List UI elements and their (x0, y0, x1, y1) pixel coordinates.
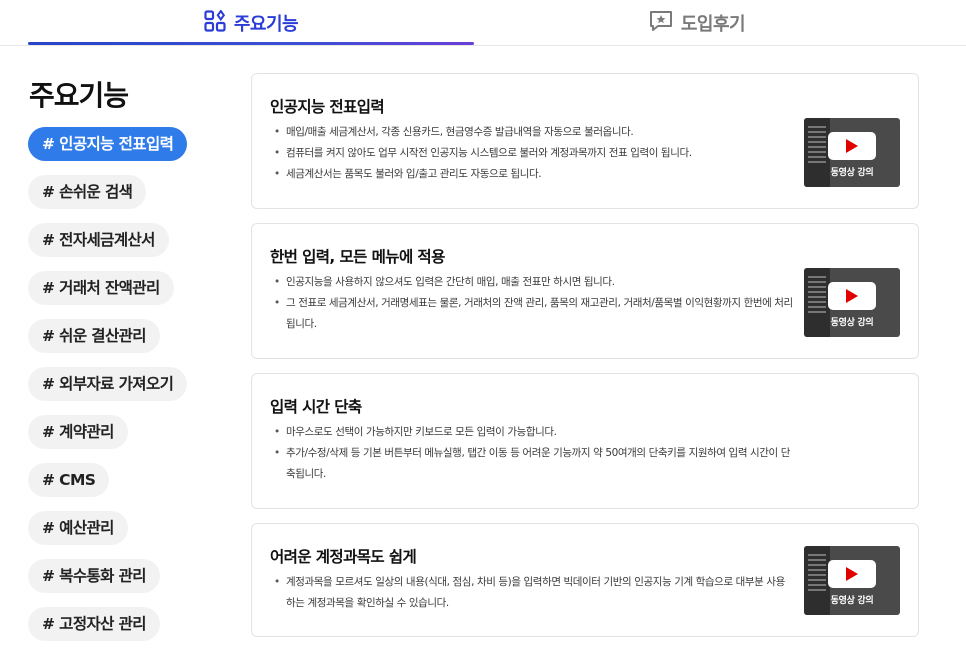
card-bullet-list: 계정과목을 모르셔도 일상의 내용(식대, 점심, 차비 등)을 입력하면 빅데… (274, 572, 794, 614)
features-grid-icon (204, 9, 226, 36)
chip-import-external-data[interactable]: # 외부자료 가져오기 (28, 367, 188, 401)
card-title: 어려운 계정과목도 쉽게 (270, 548, 417, 566)
tab-features-label: 주요기능 (233, 14, 299, 35)
play-icon (828, 132, 876, 160)
card-bullet: 컴퓨터를 켜지 않아도 업무 시작전 인공지능 시스템으로 불러와 계정과목까지… (274, 143, 794, 164)
chip-e-tax-invoice[interactable]: # 전자세금계산서 (28, 223, 169, 257)
chip-easy-closing[interactable]: # 쉬운 결산관리 (28, 319, 160, 353)
chip-cms[interactable]: # CMS (28, 463, 110, 497)
card-bullet: 계정과목을 모르셔도 일상의 내용(식대, 점심, 차비 등)을 입력하면 빅데… (274, 572, 794, 614)
chip-multi-currency[interactable]: # 복수통화 관리 (28, 559, 160, 593)
active-tab-indicator (28, 42, 474, 45)
card-bullet-list: 매입/매출 세금계산서, 각종 신용카드, 현금영수증 발급내역을 자동으로 불… (274, 122, 794, 185)
video-lecture-thumbnail[interactable]: 동영상 강의 (804, 118, 900, 187)
card-title: 한번 입력, 모든 메뉴에 적용 (270, 248, 445, 266)
chip-fixed-assets[interactable]: # 고정자산 관리 (28, 607, 160, 641)
card-bullet: 마우스로도 선택이 가능하지만 키보드로 모든 입력이 가능합니다. (274, 422, 794, 443)
play-icon (828, 560, 876, 588)
card-bullet-list: 인공지능을 사용하지 않으셔도 입력은 간단히 매입, 매출 전표만 하시면 됩… (274, 272, 794, 335)
tab-reviews-label: 도입후기 (680, 14, 746, 35)
card-title: 입력 시간 단축 (270, 398, 362, 416)
video-lecture-thumbnail[interactable]: 동영상 강의 (804, 268, 900, 337)
card-bullet: 인공지능을 사용하지 않으셔도 입력은 간단히 매입, 매출 전표만 하시면 됩… (274, 272, 794, 293)
top-tabs: 주요기능 도입후기 (0, 0, 966, 46)
video-lecture-label: 동영상 강의 (830, 596, 874, 606)
feature-chip-list: # 인공지능 전표입력 # 손쉬운 검색 # 전자세금계산서 # 거래처 잔액관… (28, 127, 228, 653)
tab-features[interactable]: 주요기능 (28, 0, 474, 46)
chip-easy-search[interactable]: # 손쉬운 검색 (28, 175, 147, 209)
chip-ai-voucher-entry[interactable]: # 인공지능 전표입력 (28, 127, 188, 161)
card-bullet: 매입/매출 세금계산서, 각종 신용카드, 현금영수증 발급내역을 자동으로 불… (274, 122, 794, 143)
chip-account-balance[interactable]: # 거래처 잔액관리 (28, 271, 174, 305)
card-bullet: 추가/수정/삭제 등 기본 버튼부터 메뉴실행, 탭간 이동 등 어려운 기능까… (274, 443, 794, 485)
card-bullet: 세금계산서는 품목도 불러와 입/출고 관리도 자동으로 됩니다. (274, 164, 794, 185)
feature-card: 인공지능 전표입력 매입/매출 세금계산서, 각종 신용카드, 현금영수증 발급… (251, 73, 919, 209)
chip-contract-management[interactable]: # 계약관리 (28, 415, 128, 449)
video-lecture-thumbnail[interactable]: 동영상 강의 (804, 546, 900, 615)
card-bullet: 그 전표로 세금계산서, 거래명세표는 물론, 거래처의 잔액 관리, 품목의 … (274, 293, 794, 335)
video-lecture-label: 동영상 강의 (830, 168, 874, 178)
tab-reviews[interactable]: 도입후기 (474, 0, 920, 46)
feature-card: 입력 시간 단축 마우스로도 선택이 가능하지만 키보드로 모든 입력이 가능합… (251, 373, 919, 509)
sidebar-title: 주요기능 (29, 79, 129, 112)
review-star-icon (649, 10, 673, 36)
feature-card: 어려운 계정과목도 쉽게 계정과목을 모르셔도 일상의 내용(식대, 점심, 차… (251, 523, 919, 637)
card-bullet-list: 마우스로도 선택이 가능하지만 키보드로 모든 입력이 가능합니다. 추가/수정… (274, 422, 794, 485)
chip-budget-management[interactable]: # 예산관리 (28, 511, 128, 545)
video-lecture-label: 동영상 강의 (830, 318, 874, 328)
card-title: 인공지능 전표입력 (270, 98, 385, 116)
play-icon (828, 282, 876, 310)
feature-card: 한번 입력, 모든 메뉴에 적용 인공지능을 사용하지 않으셔도 입력은 간단히… (251, 223, 919, 359)
